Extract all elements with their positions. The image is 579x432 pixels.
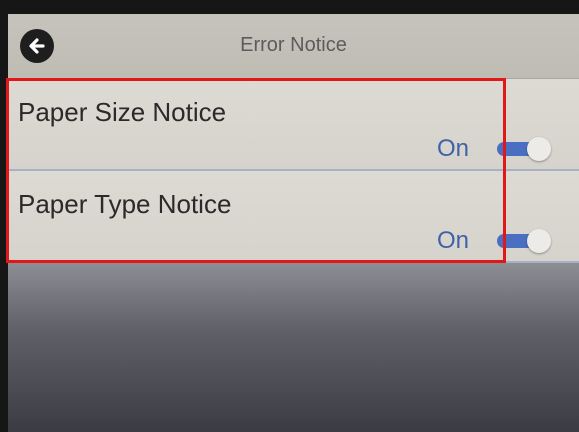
lcd-screen: Error Notice Paper Size Notice On Paper …: [8, 14, 579, 432]
toggle-knob: [527, 229, 551, 253]
header-bar: Error Notice: [8, 14, 579, 79]
setting-label: Paper Size Notice: [18, 97, 227, 127]
settings-list: Paper Size Notice On Paper Type Notice O…: [8, 79, 579, 263]
setting-row-paper-type-notice[interactable]: Paper Type Notice On: [8, 171, 579, 263]
setting-value: On: [436, 227, 469, 254]
back-button[interactable]: [20, 29, 54, 63]
paper-size-notice-toggle[interactable]: [497, 137, 553, 161]
empty-list-area: [8, 263, 579, 432]
page-title: Error Notice: [240, 34, 347, 56]
setting-row-paper-size-notice[interactable]: Paper Size Notice On: [8, 79, 579, 171]
setting-value: On: [436, 135, 469, 162]
arrow-left-icon: [29, 38, 45, 54]
toggle-knob: [527, 137, 551, 161]
paper-type-notice-toggle[interactable]: [497, 229, 553, 253]
setting-label: Paper Type Notice: [18, 189, 232, 219]
